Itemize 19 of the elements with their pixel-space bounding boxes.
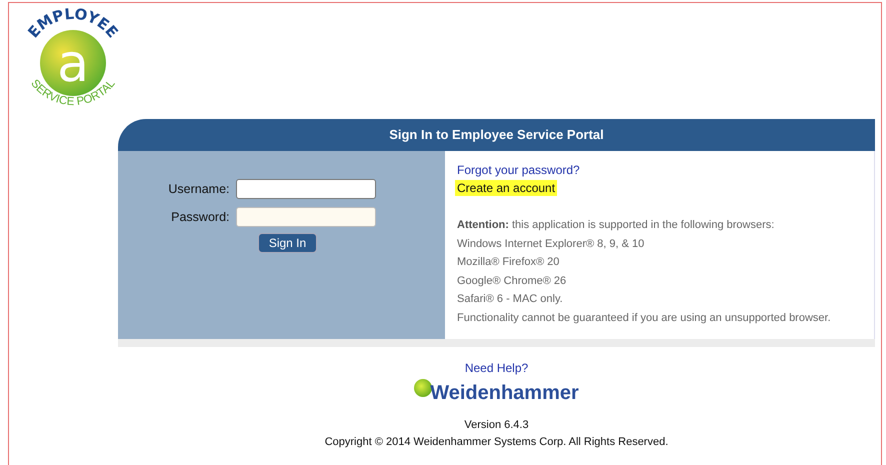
notice-text: Functionality cannot be guaranteed if you are using an unsupported browser. [457,310,832,326]
password-field[interactable] [236,207,376,227]
link[interactable]: Forgot your password? [457,163,580,177]
notice-text: Windows Internet Explorer® 8, 9, & 10 [457,236,646,252]
logo-letter: a [57,34,89,94]
username-field[interactable] [236,179,376,199]
panel-title: Sign In to Employee Service Portal [118,119,875,151]
notice-text: Attention: this application is supported in the following browsers: [457,218,776,233]
version-text: Version 6.4.3 [464,419,529,431]
sign-in-button[interactable]: Sign In [258,233,318,253]
notice-text: Google® Chrome® 26 [457,274,568,289]
copyright-text: Copyright © 2014 Weidenhammer Systems Corp. All Rights Reserved. [324,436,668,448]
help-link[interactable]: Need Help? [464,361,528,375]
link[interactable]: Create an account [455,180,558,196]
notice-text: Safari® 6 - MAC only. [457,292,564,308]
field-label: Password: [170,210,230,224]
field-label: Username: [168,182,230,196]
notice-text: Mozilla® Firefox® 20 [457,255,560,270]
brand-logo-text: Weidenhammer [430,382,579,405]
